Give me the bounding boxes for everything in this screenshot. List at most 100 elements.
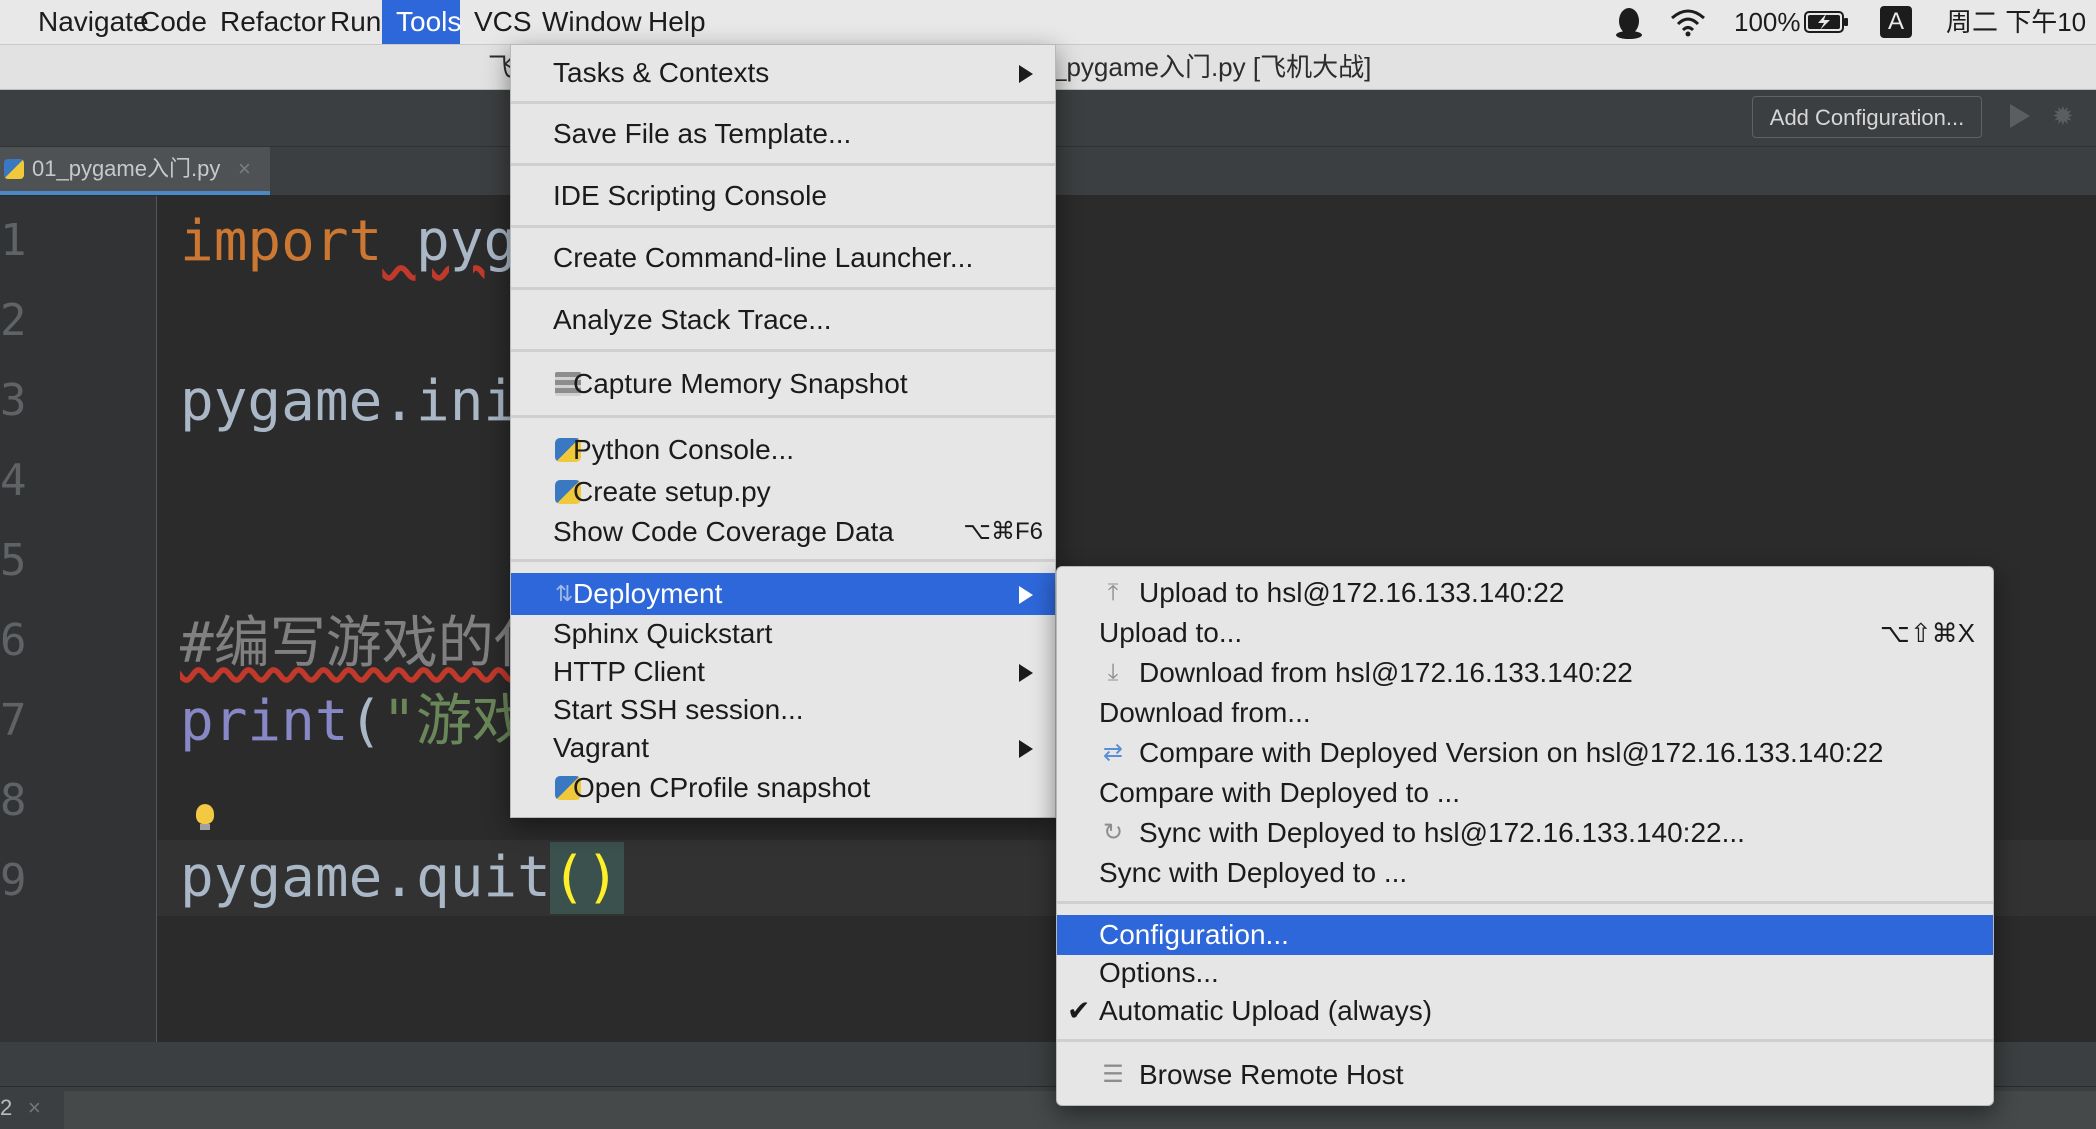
menu-item-download-from[interactable]: Download from... xyxy=(1057,693,1993,733)
lightbulb-base-icon xyxy=(200,824,210,830)
line-number: 2 xyxy=(0,295,27,346)
menu-item-label: Tasks & Contexts xyxy=(553,57,770,88)
menu-help[interactable]: Help xyxy=(634,0,720,44)
menu-item-label: Deployment xyxy=(573,578,723,609)
menu-item-create-setup[interactable]: Create setup.py xyxy=(511,471,1055,513)
menu-item-ide-scripting[interactable]: IDE Scripting Console xyxy=(511,175,1055,217)
sync-icon: ↻ xyxy=(1102,819,1124,846)
code-line-7: print("游戏 xyxy=(180,690,528,754)
menu-item-label: IDE Scripting Console xyxy=(553,180,827,211)
lightbulb-icon[interactable] xyxy=(196,804,214,824)
menu-separator xyxy=(1057,1039,1993,1042)
compare-icon: ⇄ xyxy=(1102,739,1124,766)
menu-item-label: Download from hsl@172.16.133.140:22 xyxy=(1139,657,1633,688)
menu-bar: Navigate Code Refactor Run Tools VCS Win… xyxy=(0,0,2096,45)
menu-item-cprofile[interactable]: Open CProfile snapshot xyxy=(511,767,1055,809)
menu-separator xyxy=(511,163,1055,166)
menu-separator xyxy=(511,101,1055,104)
line-number: 7 xyxy=(0,695,27,746)
bottom-tab-close-icon[interactable]: × xyxy=(28,1087,41,1129)
code-line-6: #编写游戏的代 xyxy=(180,612,550,676)
upload-icon: ⤒ xyxy=(1107,579,1119,606)
menu-item-label: Compare with Deployed Version on hsl@172… xyxy=(1139,737,1884,768)
line-number: 1 xyxy=(0,215,27,266)
menu-item-label: Options... xyxy=(1099,957,1219,988)
submenu-arrow-icon xyxy=(1019,664,1033,682)
menu-separator xyxy=(511,287,1055,290)
window-title: _pygame入门.py [飞机大战] xyxy=(1052,52,1372,82)
editor-tab[interactable]: 01_pygame入门.py × xyxy=(0,147,270,195)
code-text: pyg xyxy=(382,209,518,274)
menu-item-label: Automatic Upload (always) xyxy=(1099,995,1433,1026)
battery-icon[interactable] xyxy=(1804,0,1854,44)
menu-item-label: Configuration... xyxy=(1099,919,1289,950)
input-method-indicator[interactable]: A xyxy=(1880,6,1912,38)
menu-item-create-launcher[interactable]: Create Command-line Launcher... xyxy=(511,237,1055,279)
line-number: 5 xyxy=(0,535,27,586)
menu-item-label: Start SSH session... xyxy=(553,694,804,725)
menu-item-show-coverage[interactable]: Show Code Coverage Data ⌥⌘F6 xyxy=(511,511,1055,553)
menu-item-label: Upload to hsl@172.16.133.140:22 xyxy=(1139,577,1565,608)
menu-item-upload-to-host[interactable]: ⤒ Upload to hsl@172.16.133.140:22 xyxy=(1057,573,1993,613)
menu-item-label: Vagrant xyxy=(553,732,649,763)
qq-icon[interactable] xyxy=(1614,0,1654,44)
menu-item-label: Create setup.py xyxy=(573,476,771,507)
submenu-arrow-icon xyxy=(1019,586,1033,604)
menu-item-options[interactable]: Options... xyxy=(1057,953,1993,993)
menu-item-capture-memory[interactable]: Capture Memory Snapshot xyxy=(511,363,1055,405)
menu-item-compare-host[interactable]: ⇄ Compare with Deployed Version on hsl@17… xyxy=(1057,733,1993,773)
menu-item-auto-upload[interactable]: ✔ Automatic Upload (always) xyxy=(1057,991,1993,1031)
menu-item-ssh-session[interactable]: Start SSH session... xyxy=(511,689,1055,731)
code-parens: () xyxy=(552,845,620,910)
code-line-9: pygame.quit xyxy=(180,845,551,910)
menu-item-sync-to[interactable]: Sync with Deployed to ... xyxy=(1057,853,1993,893)
debug-icon[interactable]: ✹ xyxy=(2052,102,2074,130)
menu-item-sync-host[interactable]: ↻ Sync with Deployed to hsl@172.16.133.14… xyxy=(1057,813,1993,853)
menu-separator xyxy=(511,349,1055,352)
menu-item-http-client[interactable]: HTTP Client xyxy=(511,651,1055,693)
tab-close-icon[interactable]: × xyxy=(238,147,251,191)
menu-item-label: Sync with Deployed to ... xyxy=(1099,857,1408,888)
editor-tab-label: 01_pygame入门.py xyxy=(32,156,221,181)
menu-item-shortcut: ⌥⌘F6 xyxy=(963,518,1043,545)
menu-separator xyxy=(1057,901,1993,904)
menu-item-label: HTTP Client xyxy=(553,656,705,687)
menu-separator xyxy=(511,225,1055,228)
menu-item-save-template[interactable]: Save File as Template... xyxy=(511,113,1055,155)
menu-item-download-from-host[interactable]: ⤓ Download from hsl@172.16.133.140:22 xyxy=(1057,653,1993,693)
run-icon[interactable] xyxy=(2010,104,2030,128)
menu-item-label: Browse Remote Host xyxy=(1139,1059,1404,1090)
line-number: 4 xyxy=(0,455,27,506)
line-number: 3 xyxy=(0,375,27,426)
menu-item-label: Open CProfile snapshot xyxy=(573,772,871,803)
menu-item-label: Sphinx Quickstart xyxy=(553,618,773,649)
menu-item-browse-remote[interactable]: ☰ Browse Remote Host xyxy=(1057,1055,1993,1095)
code-line-3: pygame.ini xyxy=(180,369,518,434)
bottom-tab-label[interactable]: 2 xyxy=(0,1087,12,1129)
menu-item-upload-to[interactable]: Upload to... ⌥⇧⌘X xyxy=(1057,613,1993,653)
menu-item-tasks-contexts[interactable]: Tasks & Contexts xyxy=(511,52,1055,94)
submenu-arrow-icon xyxy=(1019,740,1033,758)
tools-menu: Tasks & Contexts Save File as Template..… xyxy=(510,44,1056,818)
submenu-arrow-icon xyxy=(1019,65,1033,83)
menu-item-compare-to[interactable]: Compare with Deployed to ... xyxy=(1057,773,1993,813)
menu-item-python-console[interactable]: Python Console... xyxy=(511,429,1055,471)
menu-item-configuration[interactable]: Configuration... xyxy=(1057,915,1993,955)
menu-item-vagrant[interactable]: Vagrant xyxy=(511,727,1055,769)
menu-item-analyze-stack[interactable]: Analyze Stack Trace... xyxy=(511,299,1055,341)
line-number: 8 xyxy=(0,775,27,826)
menu-item-label: Python Console... xyxy=(573,434,795,465)
code-string: "游戏 xyxy=(382,689,529,754)
wifi-icon[interactable] xyxy=(1668,0,1714,44)
menu-item-sphinx[interactable]: Sphinx Quickstart xyxy=(511,613,1055,655)
code-paren: ( xyxy=(348,689,383,754)
menu-tools[interactable]: Tools xyxy=(382,0,461,44)
checkmark-icon: ✔ xyxy=(1067,995,1091,1026)
menu-item-label: Show Code Coverage Data xyxy=(553,516,894,547)
add-configuration-button[interactable]: Add Configuration... xyxy=(1752,96,1982,138)
menu-item-label: Sync with Deployed to hsl@172.16.133.140… xyxy=(1139,817,1745,848)
menu-item-deployment[interactable]: ⇅ Deployment xyxy=(511,573,1055,615)
battery-percent: 100% xyxy=(1734,7,1801,37)
clock[interactable]: 周二 下午10 xyxy=(1946,0,2086,44)
menu-item-label: Analyze Stack Trace... xyxy=(553,304,832,335)
